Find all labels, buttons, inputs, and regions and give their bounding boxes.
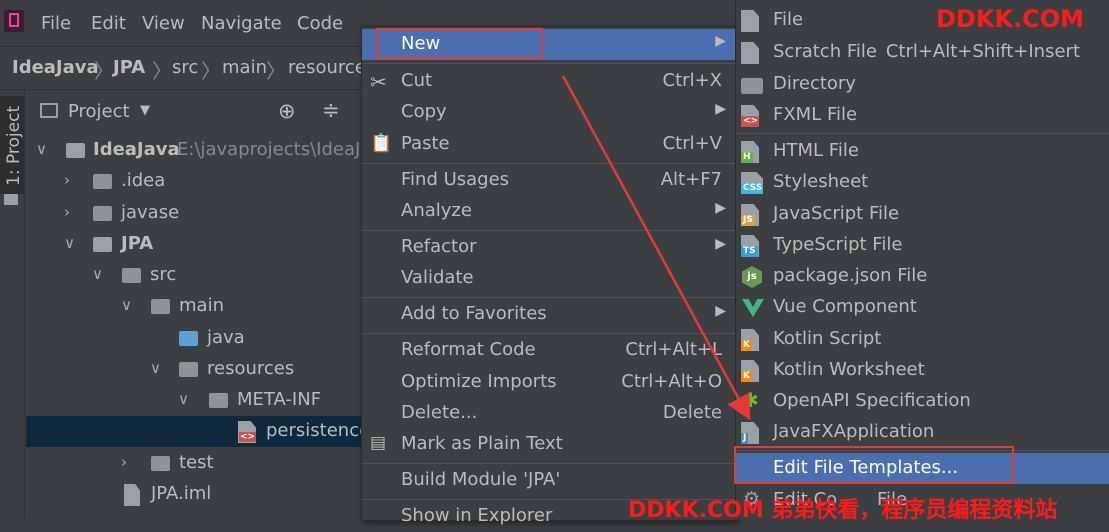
watermark-bottom: DDKK.COM 弟弟快看，程序员编程资料站 bbox=[628, 498, 1058, 523]
watermark-top: DDKK.COM bbox=[936, 5, 1085, 33]
annotation-arrow bbox=[561, 75, 751, 421]
